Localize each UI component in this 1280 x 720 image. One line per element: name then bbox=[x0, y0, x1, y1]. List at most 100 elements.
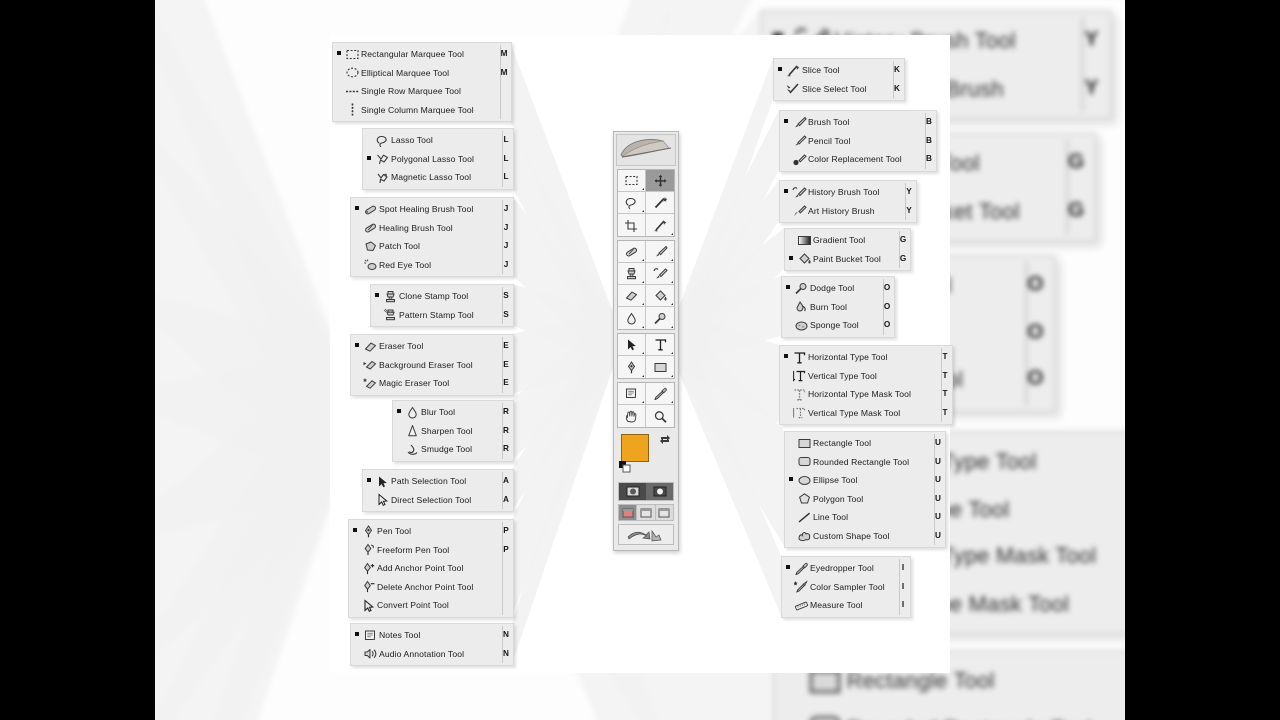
menu-item[interactable]: Line Tool U bbox=[785, 508, 945, 527]
menu-item[interactable]: Notes Tool N bbox=[351, 626, 513, 645]
menu-item[interactable]: Background Eraser Tool E bbox=[351, 356, 513, 375]
dodge-flyout[interactable]: Dodge Tool O Burn Tool O Sponge Tool O bbox=[781, 276, 895, 338]
menu-item[interactable]: Brush Tool B bbox=[780, 113, 936, 132]
path-selection-flyout[interactable]: Path Selection Tool A Direct Selection Too… bbox=[362, 469, 514, 512]
menu-item[interactable]: Smudge Tool R bbox=[393, 440, 513, 459]
menu-item[interactable]: Single Column Marquee Tool bbox=[333, 101, 511, 120]
menu-item[interactable]: Elliptical Marquee Tool M bbox=[333, 64, 511, 83]
menu-item[interactable]: Magnetic Lasso Tool L bbox=[363, 168, 513, 187]
history-brush-tool[interactable] bbox=[646, 263, 674, 285]
menu-item[interactable]: History Brush Tool Y bbox=[780, 183, 916, 202]
menu-item[interactable]: Delete Anchor Point Tool bbox=[349, 578, 513, 597]
menu-item[interactable]: Pattern Stamp Tool S bbox=[371, 306, 513, 325]
menu-item[interactable]: Add Anchor Point Tool bbox=[349, 559, 513, 578]
menu-item[interactable]: Art History Brush Y bbox=[780, 202, 916, 221]
eraser-flyout[interactable]: Eraser Tool E Background Eraser Tool E Magic… bbox=[350, 334, 514, 396]
menu-item[interactable]: Healing Brush Tool J bbox=[351, 219, 513, 238]
screen-mode-buttons[interactable] bbox=[618, 504, 674, 521]
swap-colors-icon[interactable] bbox=[659, 432, 671, 450]
menu-item[interactable]: Red Eye Tool J bbox=[351, 256, 513, 275]
photoshop-toolbox[interactable] bbox=[613, 131, 679, 551]
menu-item[interactable]: Blur Tool R bbox=[393, 403, 513, 422]
tool-group[interactable] bbox=[617, 169, 675, 237]
dodge-tool[interactable] bbox=[646, 307, 674, 329]
menu-item[interactable]: Audio Annotation Tool N bbox=[351, 645, 513, 664]
notes-flyout[interactable]: Notes Tool N Audio Annotation Tool N bbox=[350, 623, 514, 666]
crop-tool[interactable] bbox=[618, 214, 646, 236]
tool-group[interactable] bbox=[617, 333, 675, 379]
tool-grid[interactable] bbox=[617, 169, 675, 428]
menu-item[interactable]: Slice Select Tool K bbox=[774, 80, 904, 99]
standard-screen-mode-button[interactable] bbox=[619, 505, 638, 520]
menu-item[interactable]: Freeform Pen Tool P bbox=[349, 541, 513, 560]
eyedropper-flyout[interactable]: Eyedropper Tool I Color Sampler Tool I Measu… bbox=[781, 556, 911, 618]
slice-tool[interactable] bbox=[646, 214, 674, 236]
move-tool[interactable] bbox=[646, 170, 674, 192]
menu-item[interactable]: Path Selection Tool A bbox=[363, 472, 513, 491]
paint-bucket-tool[interactable] bbox=[646, 285, 674, 307]
eyedropper-tool[interactable] bbox=[646, 383, 674, 405]
menu-item[interactable]: Gradient Tool G bbox=[785, 231, 910, 250]
menu-item[interactable]: Convert Point Tool bbox=[349, 596, 513, 615]
gradient-flyout[interactable]: Gradient Tool G Paint Bucket Tool G bbox=[784, 228, 911, 271]
type-flyout[interactable]: Horizontal Type Tool T Vertical Type Tool T… bbox=[779, 345, 953, 425]
menu-item[interactable]: Magic Eraser Tool E bbox=[351, 374, 513, 393]
menu-item[interactable]: Burn Tool O bbox=[782, 298, 894, 317]
magic-wand-tool[interactable] bbox=[646, 192, 674, 214]
pen-flyout[interactable]: Pen Tool P Freeform Pen Tool P Add Anchor Po… bbox=[348, 519, 514, 618]
shape-flyout[interactable]: Rectangle Tool U Rounded Rectangle Tool U El… bbox=[784, 431, 946, 548]
hand-tool[interactable] bbox=[618, 405, 646, 427]
menu-item[interactable]: Lasso Tool L bbox=[363, 131, 513, 150]
menu-item[interactable]: Horizontal Type Mask Tool T bbox=[780, 385, 952, 404]
menu-item[interactable]: Rectangular Marquee Tool M bbox=[333, 45, 511, 64]
color-swatches[interactable] bbox=[619, 432, 673, 478]
blur-flyout[interactable]: Blur Tool R Sharpen Tool R Smudge Tool R bbox=[392, 400, 514, 462]
tool-group[interactable] bbox=[617, 240, 675, 330]
clone-stamp-tool[interactable] bbox=[618, 263, 646, 285]
tool-group[interactable] bbox=[617, 382, 675, 428]
healing-flyout[interactable]: Spot Healing Brush Tool J Healing Brush To… bbox=[350, 197, 514, 277]
foreground-color-swatch[interactable] bbox=[621, 434, 649, 462]
menu-item[interactable]: Rounded Rectangle Tool U bbox=[785, 453, 945, 472]
menu-item[interactable]: Sharpen Tool R bbox=[393, 422, 513, 441]
menu-item[interactable]: Polygonal Lasso Tool L bbox=[363, 150, 513, 169]
stamp-flyout[interactable]: Clone Stamp Tool S Pattern Stamp Tool S bbox=[370, 284, 514, 327]
menu-item[interactable]: Direct Selection Tool A bbox=[363, 491, 513, 510]
menu-item[interactable]: Paint Bucket Tool G bbox=[785, 250, 910, 269]
menu-item[interactable]: Horizontal Type Tool T bbox=[780, 348, 952, 367]
brush-tool[interactable] bbox=[646, 241, 674, 263]
brush-flyout[interactable]: Brush Tool B Pencil Tool B Color Replacement… bbox=[779, 110, 937, 172]
menu-item[interactable]: Sponge Tool O bbox=[782, 316, 894, 335]
menu-item[interactable]: Patch Tool J bbox=[351, 237, 513, 256]
history-brush-flyout[interactable]: History Brush Tool Y Art History Brush Y bbox=[779, 180, 917, 223]
lasso-flyout[interactable]: Lasso Tool L Polygonal Lasso Tool L Magnetic… bbox=[362, 128, 514, 190]
menu-item[interactable]: Color Sampler Tool I bbox=[782, 578, 910, 597]
marquee-flyout[interactable]: Rectangular Marquee Tool M Elliptical Marq… bbox=[332, 42, 512, 122]
notes-tool[interactable] bbox=[618, 383, 646, 405]
menu-item[interactable]: Slice Tool K bbox=[774, 61, 904, 80]
menu-item[interactable]: Custom Shape Tool U bbox=[785, 527, 945, 546]
marquee-tool[interactable] bbox=[618, 170, 646, 192]
menu-item[interactable]: Ellipse Tool U bbox=[785, 471, 945, 490]
path-selection-tool[interactable] bbox=[618, 334, 646, 356]
blur-tool[interactable] bbox=[618, 307, 646, 329]
jump-to-imageready-button[interactable] bbox=[618, 524, 674, 545]
eraser-tool[interactable] bbox=[618, 285, 646, 307]
menu-item[interactable]: Eyedropper Tool I bbox=[782, 559, 910, 578]
default-colors-icon[interactable] bbox=[619, 460, 631, 478]
rectangle-tool[interactable] bbox=[646, 356, 674, 378]
quick-mask-buttons[interactable] bbox=[618, 482, 674, 501]
lasso-tool[interactable] bbox=[618, 192, 646, 214]
zoom-tool[interactable] bbox=[646, 405, 674, 427]
menu-item[interactable]: Pen Tool P bbox=[349, 522, 513, 541]
horizontal-type-tool[interactable] bbox=[646, 334, 674, 356]
menu-item[interactable]: Single Row Marquee Tool bbox=[333, 82, 511, 101]
menu-item[interactable]: Dodge Tool O bbox=[782, 279, 894, 298]
spot-healing-brush-tool[interactable] bbox=[618, 241, 646, 263]
menu-item[interactable]: Clone Stamp Tool S bbox=[371, 287, 513, 306]
menu-item[interactable]: Eraser Tool E bbox=[351, 337, 513, 356]
menu-item[interactable]: Vertical Type Tool T bbox=[780, 367, 952, 386]
menu-item[interactable]: Polygon Tool U bbox=[785, 490, 945, 509]
slice-flyout[interactable]: Slice Tool K Slice Select Tool K bbox=[773, 58, 905, 101]
menu-item[interactable]: Vertical Type Mask Tool T bbox=[780, 404, 952, 423]
